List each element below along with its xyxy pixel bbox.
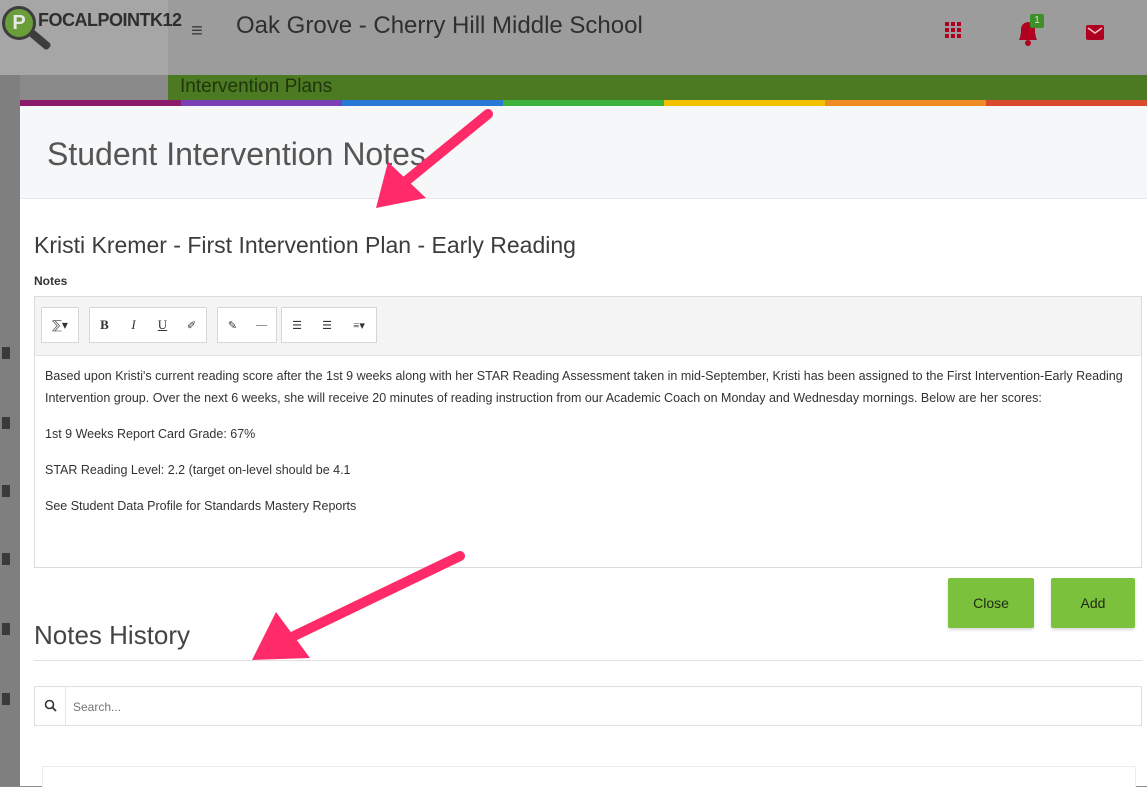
sidebar-mark	[2, 553, 10, 565]
toolbar-group-para: ☰ ☰ ≡▾	[281, 307, 377, 343]
intervention-notes-modal: Student Intervention Notes Kristi Kremer…	[20, 106, 1147, 787]
apps-grid-icon[interactable]	[943, 20, 963, 40]
italic-button[interactable]: I	[119, 317, 148, 333]
notes-text-area[interactable]: Based upon Kristi's current reading scor…	[45, 365, 1135, 531]
notification-badge: 1	[1030, 14, 1044, 28]
align-dropdown-icon[interactable]: ≡▾	[342, 319, 376, 332]
sidebar-mark	[2, 623, 10, 635]
sidebar-collapsed	[0, 75, 20, 786]
history-search	[34, 686, 1142, 726]
link-icon[interactable]: ✎	[218, 319, 247, 332]
toolbar-group-style: ⅀▾	[41, 307, 79, 343]
logo-text: FOCALPOINTK12	[38, 10, 182, 30]
notes-paragraph: 1st 9 Weeks Report Card Grade: 67%	[45, 427, 256, 441]
add-button[interactable]: Add	[1051, 578, 1135, 628]
underline-button[interactable]: U	[148, 317, 177, 333]
close-button[interactable]: Close	[948, 578, 1034, 628]
unordered-list-icon[interactable]: ☰	[282, 319, 312, 332]
notes-label: Notes	[34, 274, 68, 288]
search-svg	[44, 699, 57, 712]
plan-title: Kristi Kremer - First Intervention Plan …	[34, 232, 576, 258]
notes-history-title: Notes History	[34, 620, 191, 650]
toolbar-group-format: B I U ✐	[89, 307, 207, 343]
sidebar-mark	[2, 347, 10, 359]
style-dropdown-button[interactable]: ⅀▾	[42, 318, 78, 333]
mail-svg	[1086, 25, 1104, 40]
logo-magnifier-handle	[28, 29, 52, 51]
bold-button[interactable]: B	[90, 317, 119, 333]
apps-grid-svg	[945, 22, 961, 38]
search-input[interactable]	[71, 695, 1135, 719]
divider	[34, 660, 1142, 661]
ordered-list-icon[interactable]: ☰	[312, 319, 342, 332]
eraser-icon[interactable]: ✐	[177, 319, 206, 332]
top-navbar: P FOCALPOINTK12 ≡ Oak Grove - Cherry Hil…	[0, 0, 1147, 75]
section-title: Intervention Plans	[180, 76, 333, 97]
history-list	[42, 766, 1136, 787]
notes-paragraph: STAR Reading Level: 2.2 (target on-level…	[45, 463, 351, 477]
notes-editor[interactable]: ⅀▾ B I U ✐ ✎ — ☰ ☰ ≡▾ Based upon Kristi'…	[34, 296, 1142, 568]
annotation-arrow-icon	[252, 551, 465, 660]
sidebar-mark	[2, 693, 10, 705]
notes-paragraph: Based upon Kristi's current reading scor…	[45, 369, 1123, 405]
editor-toolbar: ⅀▾ B I U ✐ ✎ — ☰ ☰ ≡▾	[35, 297, 1141, 356]
school-name: Oak Grove - Cherry Hill Middle School	[236, 12, 643, 39]
mail-icon[interactable]	[1085, 22, 1105, 42]
sidebar-mark	[2, 417, 10, 429]
app-logo[interactable]: P FOCALPOINTK12	[0, 0, 182, 75]
toolbar-group-insert: ✎ —	[217, 307, 277, 343]
sidebar-mark	[2, 485, 10, 497]
hamburger-icon[interactable]: ≡	[182, 16, 212, 46]
modal-header: Student Intervention Notes	[20, 106, 1147, 199]
search-icon	[35, 687, 66, 725]
annotation-arrow-icon	[376, 109, 493, 208]
horizontal-rule-icon[interactable]: —	[247, 319, 276, 331]
notes-paragraph: See Student Data Profile for Standards M…	[45, 499, 357, 513]
